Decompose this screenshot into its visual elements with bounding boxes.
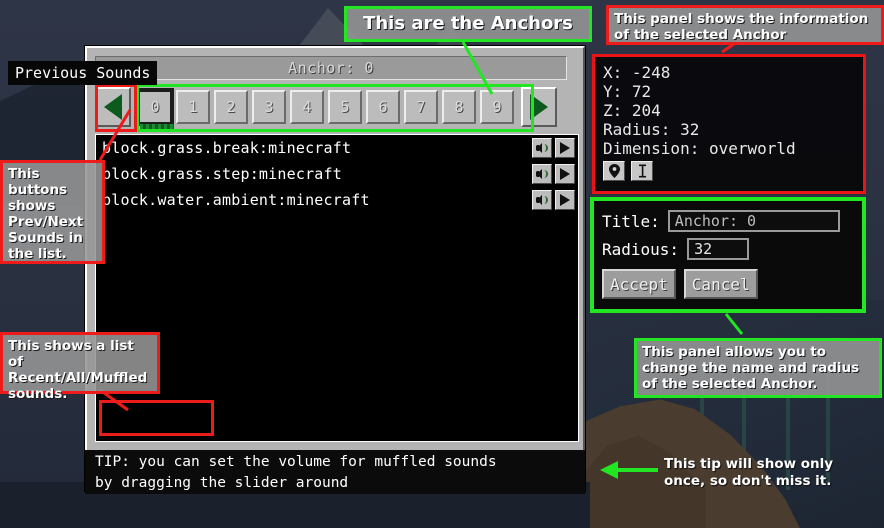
anchor-tab-0[interactable]: 0 <box>138 90 174 132</box>
anchor-z-value: Z: 204 <box>603 101 661 120</box>
rename-anchor-button[interactable] <box>631 161 653 181</box>
play-sound-button[interactable] <box>555 138 575 158</box>
play-icon <box>560 168 570 180</box>
callout-info-panel: This panel shows the information of the … <box>606 5 884 45</box>
anchor-radius-value: Radius: 32 <box>603 120 700 139</box>
tip-line-2: by dragging the slider around <box>95 475 349 491</box>
play-icon <box>560 194 570 206</box>
sound-name: block.grass.step:minecraft <box>102 165 342 183</box>
radius-label: Radious: <box>602 239 680 259</box>
anchor-tab-5[interactable]: 5 <box>328 90 362 124</box>
anchor-tab-8[interactable]: 8 <box>442 90 476 124</box>
accept-button[interactable]: Accept <box>602 269 676 299</box>
play-sound-button[interactable] <box>555 164 575 184</box>
locate-anchor-button[interactable] <box>603 161 625 181</box>
sound-muffler-panel: Anchor: 0 0 1 2 3 4 5 6 7 8 9 block.gras… <box>85 46 585 491</box>
volume-icon <box>536 168 548 180</box>
arrow-left-icon <box>104 94 122 120</box>
anchor-tab-label: 3 <box>264 98 274 116</box>
anchor-tab-4[interactable]: 4 <box>290 90 324 124</box>
anchor-tab-row: 0 1 2 3 4 5 6 7 8 9 <box>95 84 579 132</box>
anchor-tab-2[interactable]: 2 <box>214 90 248 124</box>
anchor-tab-1[interactable]: 1 <box>176 90 210 124</box>
anchor-tab-label: 1 <box>188 98 198 116</box>
callout-list-filter: This shows a list of Recent/All/Muffled … <box>0 332 160 402</box>
play-icon <box>560 142 570 154</box>
volume-slider-button[interactable] <box>532 138 552 158</box>
cancel-button[interactable]: Cancel <box>683 269 758 299</box>
title-row: Title: Anchor: 0 <box>602 207 862 235</box>
anchor-tab-9[interactable]: 9 <box>480 90 514 124</box>
anchor-tab-label: 5 <box>340 98 350 116</box>
anchor-tab-label: 2 <box>226 98 236 116</box>
anchor-tabs: 0 1 2 3 4 5 6 7 8 9 <box>138 90 514 132</box>
text-cursor-icon <box>638 164 646 178</box>
tip-line-1: TIP: you can set the volume for muffled … <box>95 454 497 470</box>
selected-tab-underline <box>140 124 174 132</box>
sound-name: block.grass.break:minecraft <box>102 139 352 157</box>
play-sound-button[interactable] <box>555 190 575 210</box>
previous-sounds-button[interactable] <box>95 87 131 127</box>
anchor-tab-label: 9 <box>492 98 502 116</box>
title-input[interactable]: Anchor: 0 <box>667 210 840 232</box>
next-sounds-button[interactable] <box>521 87 557 127</box>
anchor-y-value: Y: 72 <box>603 82 652 101</box>
list-item[interactable]: block.grass.step:minecraft <box>96 161 578 187</box>
title-label: Title: <box>602 211 660 231</box>
anchor-tab-label: 6 <box>378 98 388 116</box>
map-pin-icon <box>608 164 620 178</box>
anchor-info-panel: X: -248 Y: 72 Z: 204 Radius: 32 Dimensio… <box>592 54 866 194</box>
volume-icon <box>536 142 548 154</box>
anchor-tab-6[interactable]: 6 <box>366 90 400 124</box>
anchor-x-value: X: -248 <box>603 63 671 82</box>
volume-slider-button[interactable] <box>532 164 552 184</box>
radius-row: Radious: 32 <box>602 235 862 263</box>
anchor-tab-label: 0 <box>150 98 160 116</box>
arrow-right-icon <box>530 94 548 120</box>
title-input-value: Anchor: 0 <box>674 212 757 230</box>
edit-panel-buttons: Accept Cancel <box>602 269 862 299</box>
anchor-tab-3[interactable]: 3 <box>252 90 286 124</box>
anchor-edit-panel: Title: Anchor: 0 Radious: 32 Accept Canc… <box>590 197 866 313</box>
previous-sounds-tooltip: Previous Sounds <box>8 61 158 85</box>
callout-edit-panel: This panel allows you to change the name… <box>634 338 882 398</box>
sound-list[interactable]: block.grass.break:minecraft block.grass.… <box>95 134 579 442</box>
list-item[interactable]: block.grass.break:minecraft <box>96 135 578 161</box>
list-item[interactable]: block.water.ambient:minecraft <box>96 187 578 213</box>
accept-label: Accept <box>610 274 668 294</box>
radius-input-value: 32 <box>694 240 713 258</box>
sound-name: block.water.ambient:minecraft <box>102 191 370 209</box>
panel-title: Anchor: 0 <box>95 56 567 80</box>
anchor-tab-label: 8 <box>454 98 464 116</box>
screenshot-root: Anchor: 0 0 1 2 3 4 5 6 7 8 9 block.gras… <box>0 0 884 528</box>
radius-input[interactable]: 32 <box>687 238 750 260</box>
callout-anchors: This are the Anchors <box>344 6 592 42</box>
callout-tip-note: This tip will show only once, so don't m… <box>664 456 834 489</box>
anchor-tab-7[interactable]: 7 <box>404 90 438 124</box>
callout-prev-next: This buttons shows Prev/Next Sounds in t… <box>0 160 105 264</box>
anchor-tab-label: 7 <box>416 98 426 116</box>
cancel-label: Cancel <box>691 274 750 294</box>
tip-banner: TIP: you can set the volume for muffled … <box>85 450 585 494</box>
volume-icon <box>536 194 548 206</box>
anchor-tab-label: 4 <box>302 98 312 116</box>
anchor-dimension-value: Dimension: overworld <box>603 139 796 158</box>
volume-slider-button[interactable] <box>532 190 552 210</box>
anchor-action-icons <box>603 161 863 181</box>
